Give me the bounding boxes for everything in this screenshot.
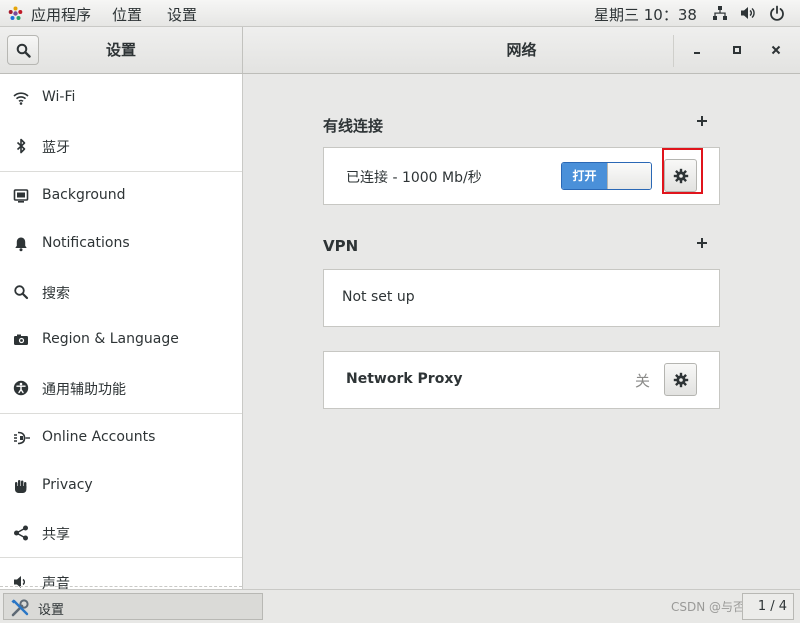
sidebar-item-label: Region & Language — [42, 331, 179, 347]
sidebar-item-bluetooth[interactable]: 蓝牙 — [0, 122, 242, 170]
sidebar-item-region-language[interactable]: Region & Language — [0, 316, 242, 364]
sidebar-item-label: Wi-Fi — [42, 89, 76, 105]
sidebar-title: 设置 — [105, 41, 136, 59]
switch-knob[interactable] — [607, 163, 651, 189]
sidebar-item-label: 蓝牙 — [42, 140, 70, 156]
bell-icon — [13, 236, 29, 252]
sidebar-scroll-edge — [0, 586, 242, 587]
bluetooth-icon — [13, 138, 29, 154]
sidebar-item-background[interactable]: Background — [0, 172, 242, 220]
camera-icon — [13, 332, 29, 348]
wired-status: 已连接 - 1000 Mb/秒 — [346, 170, 482, 186]
sidebar-item-notifications[interactable]: Notifications — [0, 220, 242, 268]
sidebar-item-label: 搜索 — [42, 286, 70, 302]
volume-icon[interactable] — [740, 5, 757, 21]
sidebar-item-label: Background — [42, 187, 126, 203]
power-icon[interactable] — [769, 5, 785, 21]
minimize-button[interactable] — [689, 42, 705, 58]
sidebar-item-wifi[interactable]: Wi-Fi — [0, 74, 242, 122]
applications-menu[interactable]: 应用程序 — [31, 4, 91, 25]
add-wired-button[interactable] — [696, 115, 708, 127]
taskbar: 设置 CSDN @与否 1 / 4 — [0, 589, 800, 623]
gear-icon — [673, 372, 689, 388]
sidebar-item-search[interactable]: 搜索 — [0, 268, 242, 316]
vpn-card: Not set up — [323, 269, 720, 327]
vpn-status: Not set up — [342, 289, 415, 305]
header-bar: 设置 网络 — [0, 27, 800, 74]
applications-icon — [8, 6, 23, 21]
places-menu[interactable]: 位置 — [112, 4, 142, 25]
minimize-icon — [694, 52, 700, 54]
highlight-box — [662, 148, 703, 194]
sidebar-item-label: Notifications — [42, 235, 130, 251]
plus-icon — [697, 238, 707, 248]
sidebar-item-accessibility[interactable]: 通用辅助功能 — [0, 364, 242, 412]
clock[interactable]: 星期三 10：38 — [594, 4, 697, 25]
network-proxy-settings-button[interactable] — [664, 363, 697, 396]
vpn-section-title: VPN — [323, 237, 359, 255]
sidebar-item-label: 通用辅助功能 — [42, 382, 126, 398]
taskbar-settings-window[interactable]: 设置 — [3, 593, 263, 620]
add-vpn-button[interactable] — [696, 237, 708, 249]
sidebar-item-sharing[interactable]: 共享 — [0, 509, 242, 557]
watermark: CSDN @与否 — [670, 600, 745, 614]
sidebar-item-label: Online Accounts — [42, 429, 156, 445]
close-icon — [771, 45, 781, 55]
network-proxy-state: 关 — [635, 372, 651, 390]
close-button[interactable] — [768, 42, 784, 58]
wifi-icon — [13, 90, 29, 106]
sidebar-item-label: 共享 — [42, 527, 70, 543]
taskbar-settings-label: 设置 — [38, 603, 65, 618]
network-proxy-card[interactable]: Network Proxy 关 — [323, 351, 720, 409]
accessibility-icon — [13, 380, 29, 396]
maximize-icon — [733, 46, 741, 54]
sidebar-item-label: Privacy — [42, 477, 93, 493]
network-proxy-label: Network Proxy — [346, 371, 463, 387]
sidebar: Wi-Fi 蓝牙 Background Notifications 搜索 Reg… — [0, 74, 243, 589]
header-divider — [673, 35, 674, 67]
sidebar-item-online-accounts[interactable]: Online Accounts — [0, 414, 242, 462]
online-accounts-icon — [13, 430, 30, 446]
sidebar-item-privacy[interactable]: Privacy — [0, 462, 242, 510]
settings-menu[interactable]: 设置 — [167, 4, 197, 25]
search-icon — [13, 284, 29, 300]
plus-icon — [697, 116, 707, 126]
wired-connection-card: 已连接 - 1000 Mb/秒 打开 — [323, 147, 720, 205]
network-icon[interactable] — [712, 5, 728, 21]
page-title: 网络 — [506, 41, 537, 59]
sidebar-item-sound[interactable]: 声音 — [0, 558, 242, 589]
wired-section-title: 有线连接 — [323, 117, 384, 135]
wired-toggle-switch[interactable]: 打开 — [561, 162, 652, 190]
top-bar: 应用程序 位置 设置 星期三 10：38 — [0, 0, 800, 27]
share-icon — [13, 525, 29, 541]
settings-tools-icon — [11, 599, 29, 617]
workspace-pager[interactable]: 1 / 4 — [742, 593, 794, 620]
hand-icon — [13, 478, 29, 494]
switch-on-label: 打开 — [562, 163, 607, 189]
background-icon — [13, 188, 29, 204]
maximize-button[interactable] — [729, 42, 745, 58]
